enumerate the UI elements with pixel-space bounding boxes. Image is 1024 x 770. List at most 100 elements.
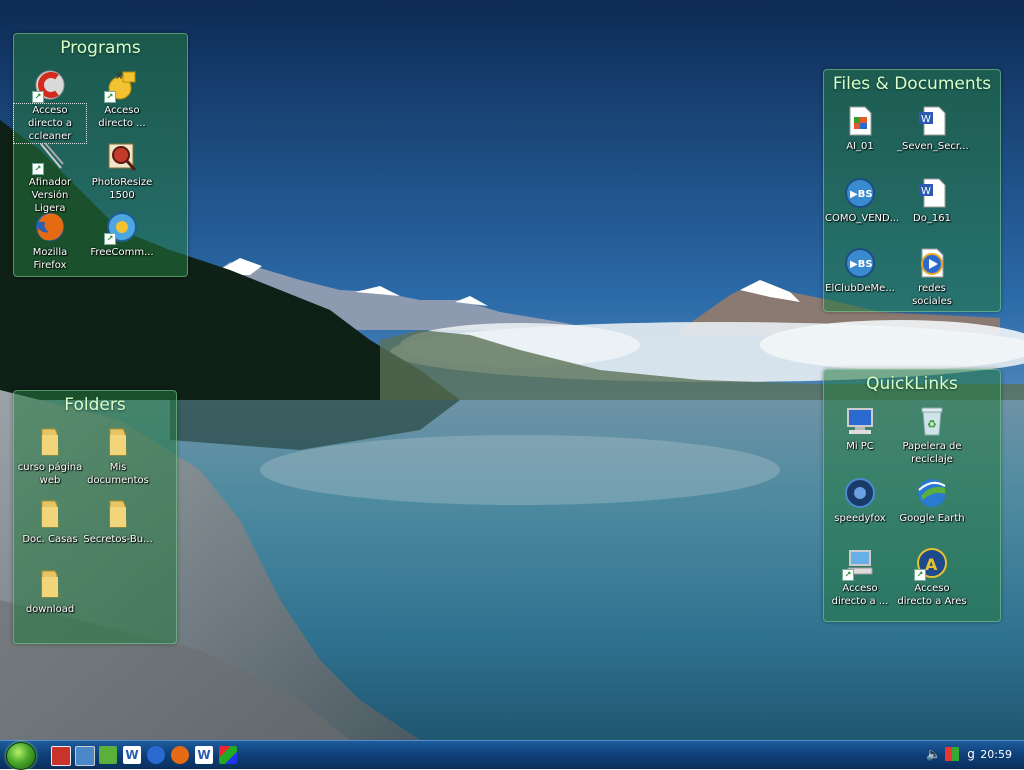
- fence-title: Programs: [60, 38, 141, 58]
- media-file-icon: [915, 246, 949, 280]
- tuning-fork-icon: ↗: [32, 140, 67, 175]
- clock[interactable]: 20:59: [980, 748, 1012, 761]
- desktop-icon-label: Do_161: [913, 213, 951, 224]
- svg-text:W: W: [921, 186, 931, 197]
- computer-icon: [843, 404, 877, 438]
- desktop-icon-label: ElClubDeMe...: [825, 283, 895, 294]
- fence-programs[interactable]: Programs ↗ Acceso directo a ccleaner X ↗…: [13, 33, 188, 277]
- desktop-icon-file[interactable]: redes sociales: [896, 246, 968, 308]
- svg-text:♻: ♻: [927, 418, 937, 431]
- desktop-icon-file[interactable]: ▶BS ElClubDeMe...: [824, 246, 896, 295]
- desktop-icon-file[interactable]: AI_01: [824, 104, 896, 153]
- svg-text:A: A: [925, 555, 938, 574]
- speedyfox-icon: [843, 476, 877, 510]
- fence-title: Folders: [64, 395, 126, 415]
- folder-icon: [101, 425, 135, 459]
- desktop-icon-ares[interactable]: A ↗ Acceso directo a Ares: [896, 546, 968, 608]
- ccleaner-icon: ↗: [32, 68, 67, 103]
- desktop-icon-file[interactable]: W _Seven_Secr...: [896, 104, 969, 153]
- word-document-icon: W: [915, 104, 949, 138]
- windows-flag-icon[interactable]: [945, 747, 959, 761]
- power-icon[interactable]: g: [964, 747, 978, 761]
- google-earth-icon: [915, 476, 949, 510]
- image-file-icon: [843, 104, 877, 138]
- desktop-icon-speedyfox[interactable]: speedyfox: [824, 476, 896, 525]
- computer-shortcut-icon: ↗: [842, 546, 877, 581]
- desktop-icon-folder[interactable]: curso página web: [14, 425, 86, 487]
- folder-icon: [33, 567, 67, 601]
- desktop-icon-label: Mis documentos: [87, 462, 149, 486]
- desktop-icon-label: speedyfox: [834, 513, 886, 524]
- svg-text:W: W: [921, 114, 931, 125]
- quick-launch-paint-icon[interactable]: [219, 746, 237, 764]
- quick-launch-media-icon[interactable]: [51, 746, 71, 766]
- recycle-bin-icon: ♻: [915, 404, 949, 438]
- desktop-icon-label: Acceso directo a Ares: [897, 583, 967, 607]
- video-file-icon: ▶BS: [843, 176, 877, 210]
- desktop-icon-label: Acceso directo a ccleaner: [13, 103, 87, 144]
- fence-folders[interactable]: Folders curso página web Mis documentos …: [13, 390, 177, 644]
- desktop-icon-label: COMO_VEND...: [825, 213, 900, 224]
- desktop-icon-game-shortcut[interactable]: X ↗ Acceso directo ...: [86, 68, 158, 130]
- desktop-icon-file[interactable]: W Do_161: [896, 176, 968, 225]
- desktop-icon-label: FreeComm...: [90, 247, 154, 258]
- folder-icon: [33, 425, 67, 459]
- volume-icon[interactable]: 🔈: [926, 747, 941, 761]
- desktop-icon-label: Mi PC: [846, 441, 874, 452]
- shortcut-arrow-icon: ↗: [842, 569, 854, 581]
- quick-launch-tool-icon[interactable]: [99, 746, 117, 764]
- desktop-icon-folder[interactable]: download: [14, 567, 86, 616]
- fence-quicklinks[interactable]: QuickLinks Mi PC ♻ Papelera de reciclaje…: [823, 369, 1001, 622]
- taskbar: W W 🔈 g 20:59: [0, 740, 1024, 770]
- folder-icon: [101, 497, 135, 531]
- desktop-icon-folder[interactable]: Mis documentos: [82, 425, 154, 487]
- firefox-icon: [33, 210, 67, 244]
- desktop-icon-label: _Seven_Secr...: [897, 141, 969, 152]
- freecommander-icon: ↗: [104, 210, 139, 245]
- quick-launch-word-icon[interactable]: W: [123, 746, 141, 764]
- ares-icon: A ↗: [914, 546, 949, 581]
- desktop-icon-label: Doc. Casas: [22, 534, 78, 545]
- shortcut-arrow-icon: ↗: [32, 163, 44, 175]
- desktop-icon-label: Acceso directo ...: [98, 105, 146, 129]
- svg-text:▶BS: ▶BS: [850, 259, 873, 270]
- svg-text:X: X: [116, 72, 122, 82]
- desktop-icon-file[interactable]: ▶BS COMO_VEND...: [824, 176, 900, 225]
- desktop-icon-mi-pc[interactable]: Mi PC: [824, 404, 896, 453]
- desktop-icon-photoresize[interactable]: PhotoResize 1500: [86, 140, 158, 202]
- desktop-icon-recycle-bin[interactable]: ♻ Papelera de reciclaje: [896, 404, 968, 466]
- folder-icon: [33, 497, 67, 531]
- desktop-icon-freecommander[interactable]: ↗ FreeComm...: [86, 210, 158, 259]
- desktop-icon-google-earth[interactable]: Google Earth: [896, 476, 968, 525]
- desktop-icon-label: Mozilla Firefox: [32, 247, 68, 271]
- video-file-icon: ▶BS: [843, 246, 877, 280]
- quick-launch-word-icon[interactable]: W: [195, 746, 213, 764]
- fence-title: QuickLinks: [866, 374, 958, 394]
- desktop-icon-label: AI_01: [846, 141, 874, 152]
- shortcut-arrow-icon: ↗: [104, 233, 116, 245]
- desktop-icon-label: Secretos-Bu...: [83, 534, 153, 545]
- quick-launch-media-player-icon[interactable]: [147, 746, 165, 764]
- svg-text:▶BS: ▶BS: [850, 189, 873, 200]
- shortcut-arrow-icon: ↗: [914, 569, 926, 581]
- desktop-icon-label: PhotoResize 1500: [91, 177, 153, 201]
- fence-title: Files & Documents: [832, 74, 992, 94]
- desktop-icon-folder[interactable]: Secretos-Bu...: [82, 497, 154, 546]
- quick-launch-show-desktop-icon[interactable]: [75, 746, 95, 766]
- start-button[interactable]: [6, 742, 36, 770]
- desktop-icon-label: download: [25, 604, 75, 615]
- word-document-icon: W: [915, 176, 949, 210]
- desktop-icon-label: Papelera de reciclaje: [902, 441, 962, 465]
- desktop-icon-folder[interactable]: Doc. Casas: [14, 497, 86, 546]
- fence-files-documents[interactable]: Files & Documents AI_01 W _Seven_Secr...…: [823, 69, 1001, 312]
- desktop-icon-label: redes sociales: [912, 283, 952, 307]
- desktop-icon-ccleaner[interactable]: ↗ Acceso directo a ccleaner: [13, 68, 87, 144]
- desktop-icon-computer-shortcut[interactable]: ↗ Acceso directo a ...: [824, 546, 896, 608]
- shortcut-arrow-icon: ↗: [104, 91, 116, 103]
- desktop-icon-firefox[interactable]: Mozilla Firefox: [14, 210, 86, 272]
- quick-launch-firefox-icon[interactable]: [171, 746, 189, 764]
- desktop-icon-label: Google Earth: [899, 513, 965, 524]
- desktop-icon-afinador[interactable]: ↗ Afinador Versión Ligera: [14, 140, 86, 215]
- desktop-icon-label: Acceso directo a ...: [831, 583, 889, 607]
- game-shortcut-icon: X ↗: [104, 68, 139, 103]
